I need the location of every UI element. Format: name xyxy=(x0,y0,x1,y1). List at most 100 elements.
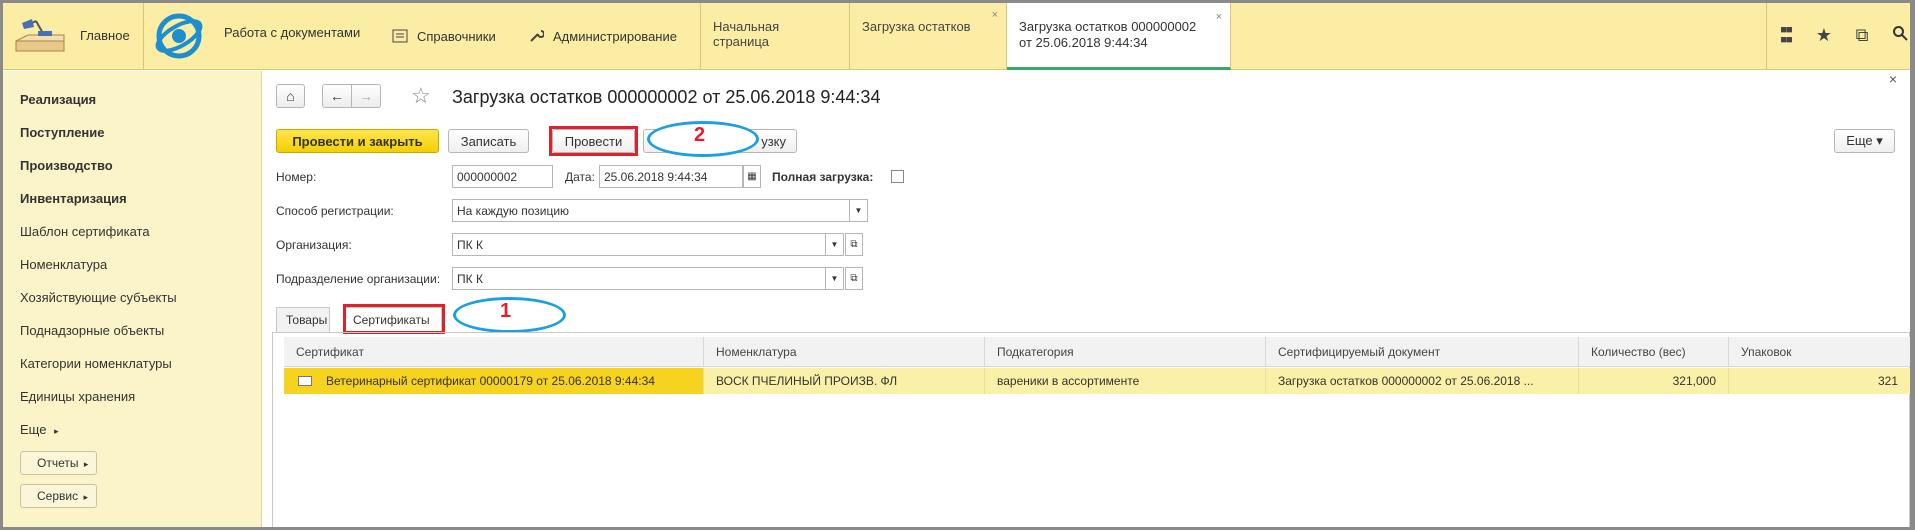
menu-administration[interactable]: Администрирование xyxy=(528,28,677,44)
menu-references-label: Справочники xyxy=(417,28,496,44)
sidebar-item-storage-units[interactable]: Единицы хранения xyxy=(20,389,135,404)
home-icon: ⌂ xyxy=(286,88,295,104)
sidebar-more-label: Еще xyxy=(20,422,47,437)
open-icon[interactable]: ⧉ xyxy=(845,233,863,256)
apps-icon[interactable]: ■■ ■■ xyxy=(1776,25,1796,46)
save-button[interactable]: Записать xyxy=(448,129,529,153)
sidebar-item-supervised-objects[interactable]: Поднадзорные объекты xyxy=(20,323,164,338)
service-button[interactable]: Сервис ▸ xyxy=(20,484,97,508)
date-label: Дата: xyxy=(565,170,595,184)
reports-button[interactable]: Отчеты ▸ xyxy=(20,451,98,475)
reports-button-label: Отчеты xyxy=(37,456,79,470)
column-nomenclature[interactable]: Номенклатура xyxy=(704,337,985,367)
sidebar-section-sales[interactable]: Реализация xyxy=(20,92,96,107)
annotation-red-box xyxy=(343,304,445,334)
service-button-label: Сервис xyxy=(37,489,79,503)
back-button[interactable]: ← xyxy=(322,84,352,108)
tab-load-balances-label: Загрузка остатков xyxy=(862,19,971,34)
chevron-right-icon: ▸ xyxy=(54,426,59,436)
chevron-down-icon[interactable]: ▼ xyxy=(826,267,844,290)
full-load-label: Полная загрузка: xyxy=(772,170,874,184)
page-title: Загрузка остатков 000000002 от 25.06.201… xyxy=(452,87,881,107)
registration-method-label: Способ регистрации: xyxy=(276,204,394,218)
tab-current-document[interactable]: Загрузка остатков 000000002 от 25.06.201… xyxy=(1007,3,1231,70)
sidebar-more[interactable]: Еще ▸ xyxy=(20,422,59,437)
forward-button[interactable]: → xyxy=(351,84,381,108)
sidebar-item-nomenclature[interactable]: Номенклатура xyxy=(20,257,107,272)
top-tools: ■■ ■■ ★ ⧉ xyxy=(1776,25,1910,46)
organization-field[interactable]: ПК К xyxy=(452,233,826,256)
annotation-number-1: 1 xyxy=(500,300,512,322)
chevron-down-icon[interactable]: ▼ xyxy=(850,199,868,222)
sidebar-item-business-entities[interactable]: Хозяйствующие субъекты xyxy=(20,290,177,305)
top-bar: Главное Работа с документами Справочники xyxy=(3,3,1910,70)
subdivision-label: Подразделение организации: xyxy=(276,272,441,286)
cell-certificate[interactable]: Ветеринарный сертификат 00000179 от 25.0… xyxy=(284,368,704,394)
star-icon[interactable]: ★ xyxy=(1814,25,1834,46)
cell-document[interactable]: Загрузка остатков 000000002 от 25.06.201… xyxy=(1266,368,1579,394)
cell-subcategory[interactable]: вареники в ассортименте xyxy=(985,368,1266,394)
close-icon[interactable]: × xyxy=(992,9,998,21)
tab-home-page[interactable]: Начальная страница xyxy=(701,3,850,70)
table-header: Сертификат Номенклатура Подкатегория Сер… xyxy=(284,337,1910,367)
registration-method-select[interactable]: На каждую позицию xyxy=(452,199,850,222)
tab-load-balances[interactable]: Загрузка остатков × xyxy=(850,3,1007,70)
column-document[interactable]: Сертифицируемый документ xyxy=(1266,337,1579,367)
home-nav-button[interactable]: ⌂ xyxy=(276,84,305,108)
cell-nomenclature[interactable]: ВОСК ПЧЕЛИНЫЙ ПРОИЗВ. ФЛ xyxy=(704,368,985,394)
date-field[interactable]: 25.06.2018 9:44:34 xyxy=(599,165,743,188)
sidebar-section-inventory[interactable]: Инвентаризация xyxy=(20,191,127,206)
certificate-value: Ветеринарный сертификат 00000179 от 25.0… xyxy=(326,374,655,388)
table-row[interactable]: Ветеринарный сертификат 00000179 от 25.0… xyxy=(284,368,1910,394)
cell-quantity[interactable]: 321,000 xyxy=(1579,368,1729,394)
subdivision-field[interactable]: ПК К xyxy=(452,267,826,290)
desk-lamp-icon xyxy=(15,19,65,52)
annotation-number-2: 2 xyxy=(694,124,706,146)
column-certificate[interactable]: Сертификат xyxy=(284,337,704,367)
sections-menu: Работа с документами Справочники Админис… xyxy=(144,3,700,70)
search-icon[interactable] xyxy=(1890,25,1910,46)
divider xyxy=(1766,3,1767,70)
document-form: ⌂ ← → ☆ Загрузка остатков 000000002 от 2… xyxy=(263,71,1910,527)
open-icon[interactable]: ⧉ xyxy=(845,267,863,290)
sidebar-item-nomenclature-categories[interactable]: Категории номенклатуры xyxy=(20,356,172,371)
menu-documents[interactable]: Работа с документами xyxy=(224,25,360,40)
column-subcategory[interactable]: Подкатегория xyxy=(985,337,1266,367)
column-quantity[interactable]: Количество (вес) xyxy=(1579,337,1729,367)
sidebar-section-production[interactable]: Производство xyxy=(20,158,113,173)
home-label: Главное xyxy=(80,28,130,43)
history-icon[interactable]: ⧉ xyxy=(1852,25,1872,46)
tab-goods[interactable]: Товары xyxy=(276,307,330,332)
column-packages[interactable]: Упаковок xyxy=(1729,337,1910,367)
certificates-table: Сертификат Номенклатура Подкатегория Сер… xyxy=(272,332,1910,527)
sidebar-item-certificate-template[interactable]: Шаблон сертификата xyxy=(20,224,150,239)
menu-references[interactable]: Справочники xyxy=(392,28,496,44)
annotation-red-box xyxy=(549,126,638,156)
app-window: Главное Работа с документами Справочники xyxy=(3,3,1910,527)
post-and-close-button[interactable]: Провести и закрыть xyxy=(276,129,439,153)
chevron-down-icon[interactable]: ▼ xyxy=(826,233,844,256)
cell-packages[interactable]: 321 xyxy=(1729,368,1910,394)
full-load-checkbox[interactable] xyxy=(891,170,904,183)
tab-current-document-line1: Загрузка остатков 000000002 xyxy=(1019,19,1197,34)
wrench-icon xyxy=(530,30,544,42)
home-section[interactable]: Главное xyxy=(3,3,143,70)
tab-current-document-line2: от 25.06.2018 9:44:34 xyxy=(1019,35,1148,50)
menu-documents-label: Работа с документами xyxy=(224,25,361,40)
favorite-star-icon[interactable]: ☆ xyxy=(411,83,431,109)
close-icon[interactable]: × xyxy=(1216,9,1222,25)
globe-logo-icon xyxy=(155,13,203,59)
more-button[interactable]: Еще ▾ xyxy=(1834,129,1895,153)
arrow-right-icon: → xyxy=(359,88,373,104)
document-icon xyxy=(298,376,312,386)
chevron-right-icon: ▸ xyxy=(83,492,88,502)
sidebar: Реализация Поступление Производство Инве… xyxy=(3,71,262,527)
close-form-icon[interactable]: × xyxy=(1889,71,1897,87)
tab-home-page-label: Начальная страница xyxy=(713,19,780,49)
organization-label: Организация: xyxy=(276,238,352,252)
calendar-icon[interactable]: ▦ xyxy=(743,165,761,188)
chevron-right-icon: ▸ xyxy=(83,459,89,469)
sidebar-section-receipts[interactable]: Поступление xyxy=(20,125,105,140)
number-label: Номер: xyxy=(276,170,317,184)
number-field[interactable]: 000000002 xyxy=(452,165,553,188)
